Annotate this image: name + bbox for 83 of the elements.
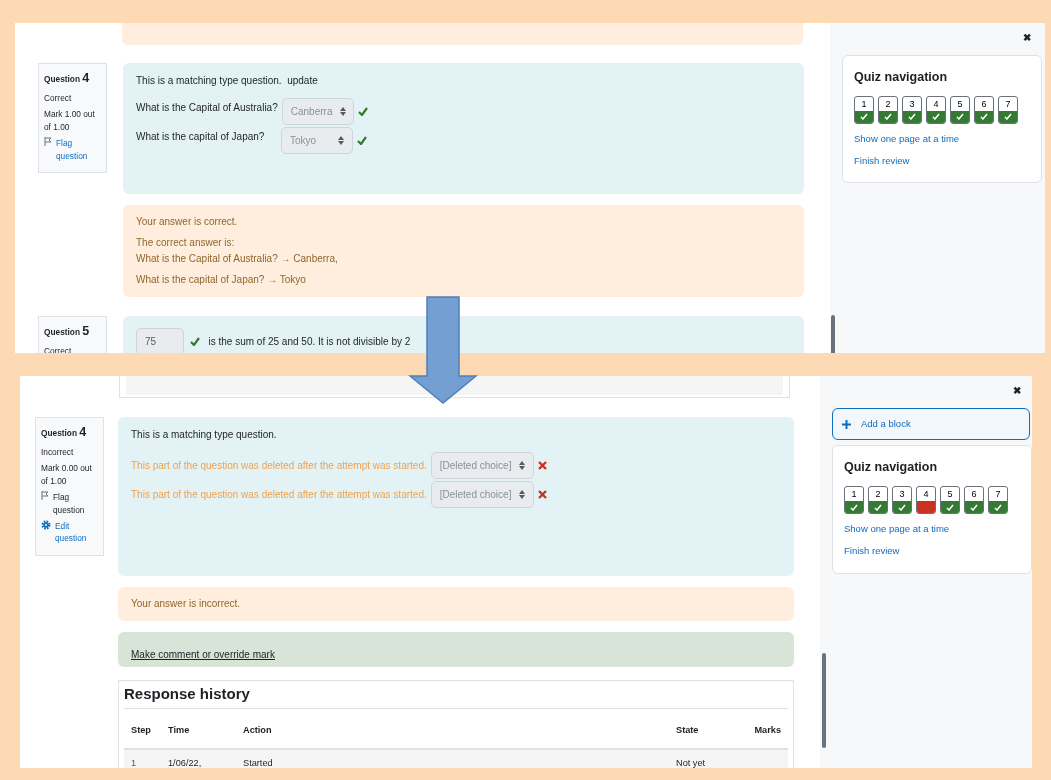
check-icon <box>908 113 916 121</box>
table-cell: Not yet <box>669 748 745 768</box>
question-state: Incorrect <box>41 445 75 459</box>
edit-question-link[interactable]: Edit question <box>55 519 98 545</box>
question-mark: Mark 0.00 out of 1.00 <box>41 462 93 488</box>
question-number: 5 <box>82 324 90 338</box>
question-state: Correct <box>44 344 73 353</box>
feedback-text: Your answer is correct. <box>136 215 239 229</box>
table-cell: Started <box>236 748 669 768</box>
step-link[interactable]: 1 <box>131 757 137 768</box>
check-icon <box>932 113 940 121</box>
question-label: Question <box>44 327 80 337</box>
feedback-text: Your answer is incorrect. <box>131 597 242 611</box>
question-nav-button[interactable]: 4 <box>926 95 946 124</box>
question-number: 4 <box>82 71 90 85</box>
column-header: Step <box>124 714 161 749</box>
match-prompt: What is the Capital of Australia? <box>136 101 278 115</box>
nav-link[interactable]: Finish review <box>844 544 1020 559</box>
question-mark: Mark 1.00 out of 1.00 <box>44 108 96 134</box>
question-nav-button[interactable]: 2 <box>878 95 898 124</box>
column-header: Time <box>161 714 236 749</box>
question-nav-button[interactable]: 4 <box>916 486 936 514</box>
flag-link[interactable]: Flag question <box>53 491 98 516</box>
question-nav-button[interactable]: 7 <box>998 95 1018 124</box>
flag-icon <box>41 491 49 501</box>
check-icon <box>970 503 978 511</box>
answer-field[interactable]: 75 <box>136 328 184 353</box>
flag-icon <box>44 137 52 147</box>
nav-link[interactable]: Show one page at a time <box>844 522 1020 537</box>
match-prompt: This part of the question was deleted after the attempt was started. <box>131 459 427 473</box>
check-icon <box>980 113 988 121</box>
card-title: Quiz navigation <box>854 69 949 86</box>
question-text: This is a matching type question. update <box>136 74 319 88</box>
close-button[interactable]: ✖ <box>842 23 1042 45</box>
match-prompt: This part of the question was deleted after the attempt was started. <box>131 488 427 502</box>
nav-link[interactable]: Finish review <box>854 154 1030 169</box>
feedback-text: What is the Capital of Australia? → Canberra, <box>136 252 339 266</box>
question-nav-button[interactable]: 6 <box>964 486 984 514</box>
check-icon <box>956 113 964 121</box>
question-nav-button[interactable]: 3 <box>892 486 912 514</box>
check-icon <box>874 503 882 511</box>
sort-caret-icon <box>338 136 344 145</box>
question-nav-button[interactable]: 6 <box>974 95 994 124</box>
check-icon <box>946 503 954 511</box>
flag-link[interactable]: Flag question <box>56 137 101 162</box>
close-button[interactable]: ✖ <box>832 376 1032 398</box>
column-header: Action <box>236 714 669 749</box>
question-label: Question <box>41 428 77 438</box>
feedback-text: The correct answer is: <box>136 236 236 250</box>
check-icon <box>1004 113 1012 121</box>
check-icon <box>994 503 1002 511</box>
card-title: Quiz navigation <box>844 459 939 477</box>
question-nav-button[interactable]: 3 <box>902 95 922 124</box>
question-nav-button[interactable]: 5 <box>950 95 970 124</box>
sort-caret-icon <box>519 461 526 470</box>
nav-link[interactable]: Show one page at a time <box>854 131 1030 146</box>
question-text: This is a matching type question. <box>131 428 278 442</box>
question-state: Correct <box>44 91 73 105</box>
plus-icon <box>842 419 851 429</box>
section-heading: Response history <box>124 685 788 709</box>
sort-caret-icon <box>340 107 347 116</box>
comment-link[interactable]: Make comment or override mark <box>131 649 275 660</box>
check-icon <box>850 503 858 511</box>
question-nav-button[interactable]: 1 <box>854 95 874 124</box>
add-block-button[interactable]: Add a block <box>832 408 1030 441</box>
question-text: is the sum of 25 and 50. It is not divisible by 2 <box>208 335 411 349</box>
question-number: 4 <box>79 425 87 439</box>
sort-caret-icon <box>519 490 526 499</box>
question-nav-button[interactable]: 2 <box>868 486 888 514</box>
feedback-text: What is the capital of Japan? → Tokyo <box>136 273 307 287</box>
scrollbar[interactable] <box>822 653 826 748</box>
column-header: State <box>669 714 745 749</box>
gear-icon <box>41 519 51 530</box>
check-icon <box>860 113 868 121</box>
question-nav-button[interactable]: 1 <box>844 486 864 514</box>
check-icon <box>884 113 892 121</box>
question-nav-button[interactable]: 7 <box>988 486 1008 514</box>
question-label: Question <box>44 74 80 84</box>
scrollbar[interactable] <box>831 315 835 353</box>
check-icon <box>898 503 906 511</box>
column-header: Marks <box>745 714 788 749</box>
question-nav-button[interactable]: 5 <box>940 486 960 514</box>
match-prompt: What is the capital of Japan? <box>136 130 266 144</box>
